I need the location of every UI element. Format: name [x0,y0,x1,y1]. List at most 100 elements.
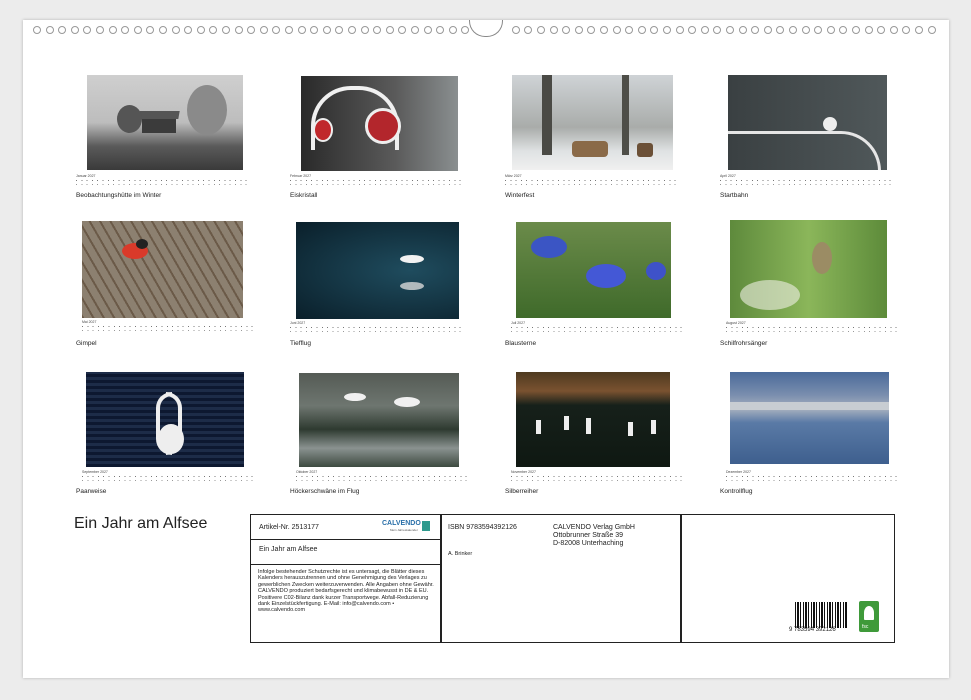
month-label: Dezember 2027 [726,470,751,474]
binding-ring [511,26,520,34]
binding-ring [738,26,747,34]
binding-ring [360,26,369,34]
month-label: August 2027 [726,321,746,325]
month-label: Mai 2027 [82,320,97,324]
binding-ring [70,26,79,34]
binding-ring [751,26,760,34]
binding-ring [927,26,936,34]
binding-ring [121,26,130,34]
binding-ring [285,26,293,34]
legal-notice: Infolge bestehender Schutzrechte ist es … [258,569,434,614]
binding-ring [259,26,268,34]
binding-ring [297,26,306,34]
binding-ring [864,26,873,34]
caption-october: Höckerschwäne im Flug [290,488,360,495]
month-label: September 2027 [82,470,108,474]
binding-ring [889,26,898,34]
binding-ring [373,26,382,34]
caption-july: Blausterne [505,340,537,347]
photo-march [512,75,673,170]
barcode [795,602,847,628]
binding-ring [461,26,470,34]
binding-ring [58,26,67,34]
month-label: Oktober 2027 [296,470,318,474]
photo-july [516,222,671,318]
binding-ring [877,26,886,34]
calvendo-logo: CALVENDO Mein Jahreskalender [382,520,430,534]
binding-ring [852,26,860,34]
binding-ring [688,26,697,34]
binding-ring [196,26,205,34]
fsc-text: fsc [862,624,869,630]
photo-january [87,75,243,170]
caption-march: Winterfest [505,192,535,199]
month-label: Juni 2027 [290,321,306,325]
binding-ring [574,26,583,34]
binding-ring [234,26,243,34]
month-label: Februar 2027 [290,174,312,178]
binding-ring [675,26,684,34]
binding-ring [133,26,142,34]
binding-ring [108,26,117,34]
caption-november: Silberreiher [505,488,539,495]
binding-ring [562,26,571,34]
binding-ring [713,26,722,34]
month-label: November 2027 [511,470,536,474]
calendar-strip-october: Oktober 2027 [296,470,468,482]
calendar-strip-april: April 2027 [720,174,892,186]
binding-ring [915,26,923,34]
info-title: Ein Jahr am Alfsee [259,546,318,553]
photo-october [299,373,459,467]
binding-ring [310,26,319,34]
binding-ring [637,26,646,34]
calendar-sheet: Januar 2027 Beobachtungshütte im Winter … [23,20,949,678]
binding-ring [663,26,671,34]
calendar-strip-may: Mai 2027 [82,320,254,332]
binding-ring [171,26,180,34]
isbn: ISBN 9783594392126 [448,524,517,531]
publisher-city: D-82008 Unterhaching [553,540,624,547]
binding-ring [537,26,545,34]
article-number: Artikel-Nr. 2513177 [259,524,319,531]
tree-icon [864,606,874,620]
month-label: April 2027 [720,174,736,178]
caption-june: Tiefflug [290,340,311,347]
caption-january: Beobachtungshütte im Winter [76,192,162,199]
binding-ring [801,26,810,34]
fsc-logo: fsc [859,601,879,632]
binding-ring [814,26,823,34]
binding-ring [826,26,835,34]
caption-may: Gimpel [76,340,97,347]
binding-ring [209,26,218,34]
binding-ring [776,26,785,34]
caption-february: Eiskristall [290,192,318,199]
binding-ring [322,26,331,34]
calendar-strip-january: Januar 2027 [76,174,248,186]
photo-may [82,221,243,318]
calendar-strip-june: Juni 2027 [290,321,462,333]
binding-ring [763,26,772,34]
month-label: Juli 2027 [511,321,526,325]
binding-ring [789,26,797,34]
binding-ring [96,26,104,34]
binding-ring [184,26,193,34]
binding-ring [625,26,634,34]
month-label: Januar 2027 [76,174,96,178]
month-label: März 2027 [505,174,522,178]
binding-ring [247,26,256,34]
calendar-strip-december: Dezember 2027 [726,470,898,482]
publisher-street: Ottobrunner Straße 39 [553,532,624,539]
photo-september [86,372,244,467]
binding-ring [726,26,734,34]
photo-december [730,372,889,464]
binding-ring [600,26,608,34]
photo-april [728,75,887,170]
binding-ring [587,26,596,34]
binding-ring [423,26,432,34]
binding-ring [33,26,41,34]
caption-august: Schilfrohrsänger [720,340,768,347]
binding-ring [650,26,659,34]
binding-ring [398,26,407,34]
binding-ring [549,26,558,34]
binding-ring [348,26,356,34]
